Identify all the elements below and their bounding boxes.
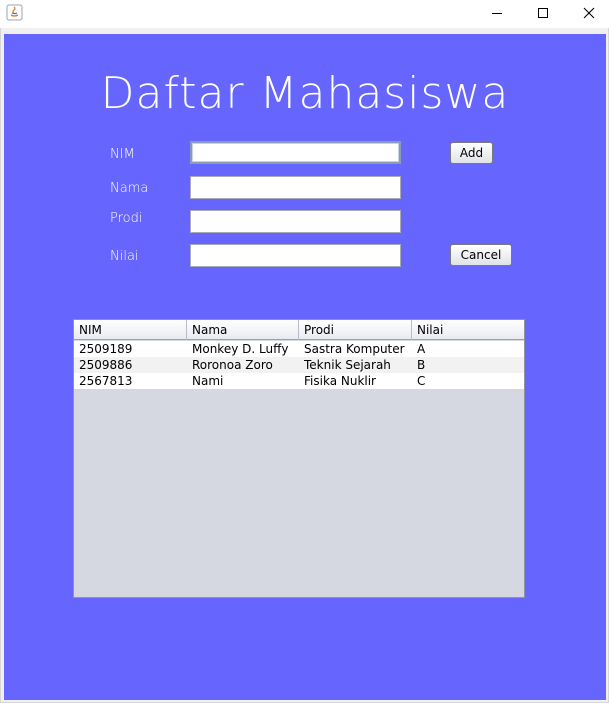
nama-label: Nama [110,181,149,196]
add-button[interactable]: Add [450,142,493,164]
nim-field[interactable] [190,141,401,164]
close-icon [583,7,595,19]
table-cell: C [417,374,426,388]
minimize-icon [491,7,503,19]
page-title: Daftar Mahasiswa [100,68,510,119]
column-header-nim[interactable]: NIM [74,320,187,340]
java-coffee-icon[interactable] [6,4,23,21]
table-cell: 2509189 [79,342,133,356]
cancel-button[interactable]: Cancel [450,244,512,266]
prodi-field[interactable] [190,210,401,233]
table-cell: B [417,358,426,372]
table-body: 2509189 Monkey D. Luffy Sastra Komputer … [74,341,524,389]
table-cell: Sastra Komputer [304,342,405,356]
table-cell: Nami [192,374,224,388]
table-cell: Teknik Sejarah [304,358,391,372]
column-header-nilai[interactable]: Nilai [412,320,524,340]
maximize-icon [537,7,549,19]
column-header-prodi[interactable]: Prodi [299,320,412,340]
maximize-button[interactable] [520,0,566,26]
nilai-label: Nilai [110,249,139,264]
table-cell: A [417,342,426,356]
nama-field[interactable] [190,176,401,199]
table-row[interactable]: 2567813 Nami Fisika Nuklir C [74,373,524,389]
table-cell: 2509886 [79,358,133,372]
table-cell: Fisika Nuklir [304,374,376,388]
minimize-button[interactable] [474,0,520,26]
nilai-field[interactable] [190,244,401,267]
table-cell: Monkey D. Luffy [192,342,289,356]
column-header-nama[interactable]: Nama [187,320,299,340]
main-panel: Daftar Mahasiswa NIM Nama Prodi Nilai Ad… [4,34,606,700]
table-cell: Roronoa Zoro [192,358,273,372]
table-cell: 2567813 [79,374,133,388]
table-row[interactable]: 2509886 Roronoa Zoro Teknik Sejarah B [74,357,524,373]
window-titlebar [0,0,609,28]
prodi-label: Prodi [110,211,143,226]
table-header: NIM Nama Prodi Nilai [74,320,524,340]
close-button[interactable] [566,0,609,26]
table-row[interactable]: 2509189 Monkey D. Luffy Sastra Komputer … [74,341,524,357]
nim-label: NIM [110,147,135,162]
student-table[interactable]: NIM Nama Prodi Nilai 2509189 Monkey D. L… [73,319,525,598]
